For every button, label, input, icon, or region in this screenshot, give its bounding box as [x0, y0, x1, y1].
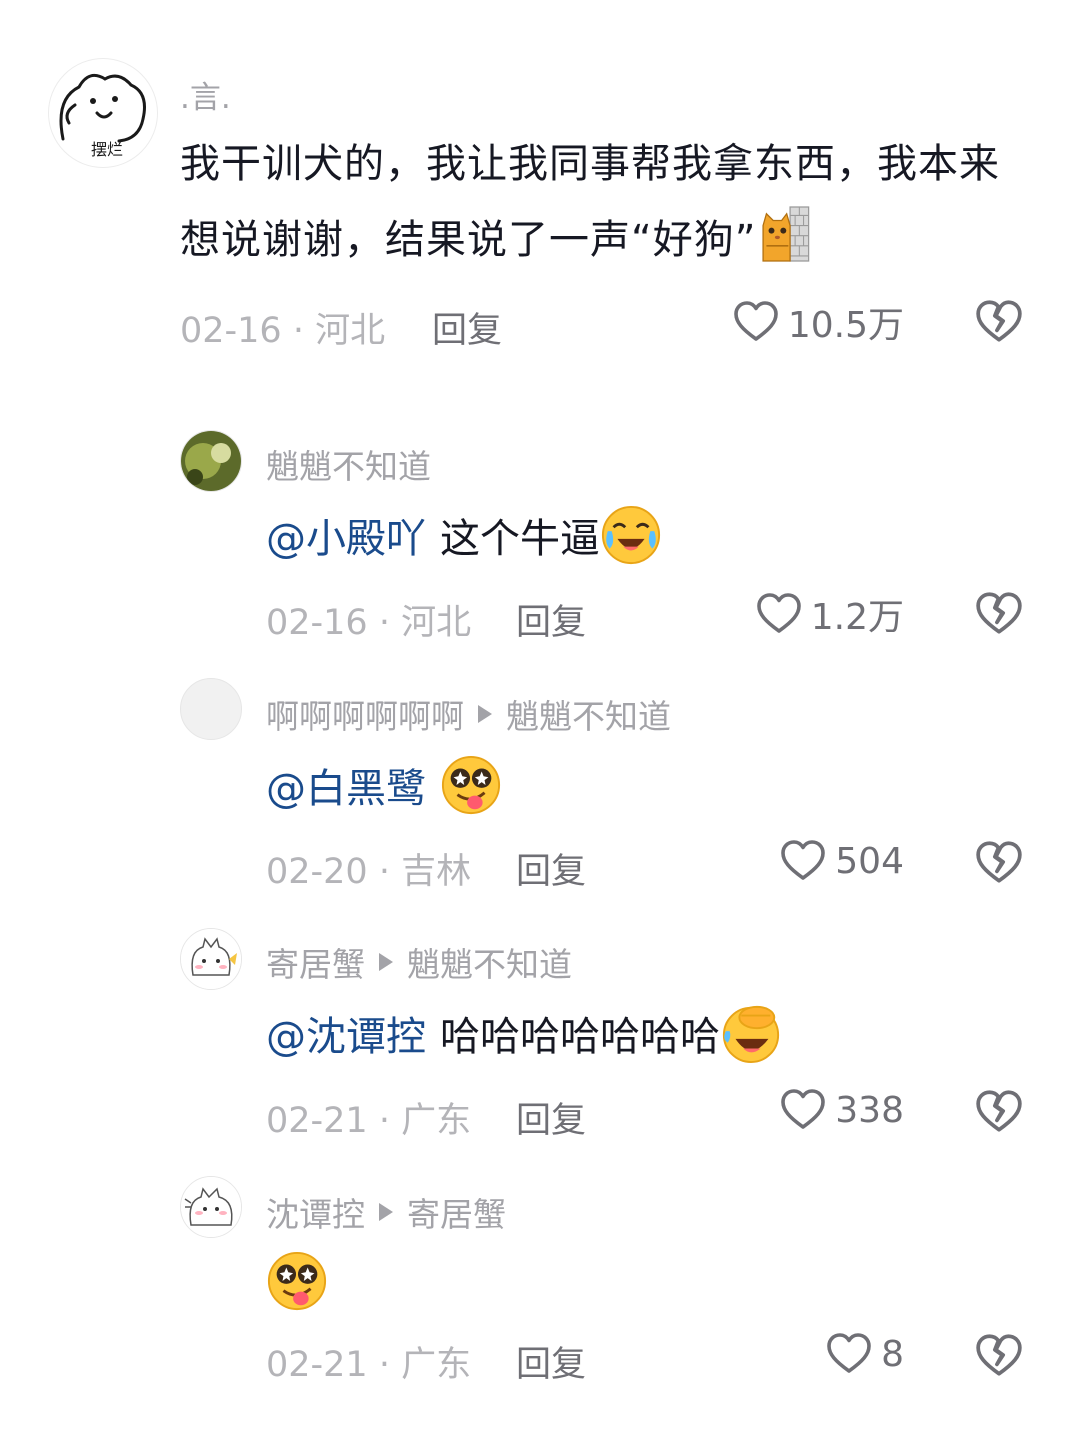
- heart-outline-icon: [732, 298, 780, 346]
- reply-4-like-button[interactable]: 8: [664, 1330, 904, 1378]
- triangle-right-icon: [478, 705, 492, 723]
- avatar-text: 摆烂: [91, 140, 123, 159]
- broken-heart-icon[interactable]: [974, 1330, 1024, 1380]
- heart-outline-icon: [779, 837, 827, 885]
- reply-3-avatar[interactable]: [180, 928, 242, 990]
- reply-1-location: 河北: [401, 603, 472, 643]
- reply-3-reply-to[interactable]: 魈魈不知道: [407, 938, 572, 986]
- reply-2-like-count: 504: [835, 840, 904, 882]
- reply-4-reply-button[interactable]: 回复: [516, 1336, 586, 1387]
- reply-3-mention[interactable]: @沈谭控: [266, 1004, 426, 1062]
- main-comment-location: 河北: [315, 311, 386, 351]
- reply-4-avatar[interactable]: [180, 1176, 242, 1238]
- reply-1-meta: 02-16 · 河北: [266, 603, 472, 643]
- reply-2-text: @白黑鹭: [266, 754, 502, 816]
- broken-heart-icon[interactable]: [974, 837, 1024, 887]
- broken-heart-icon[interactable]: [974, 296, 1024, 346]
- laughing-cover-face-emoji: [720, 1002, 782, 1064]
- reply-1-body: 这个牛逼: [440, 516, 600, 562]
- main-comment-like-button[interactable]: 10.5万: [664, 296, 904, 348]
- main-comment-like-count: 10.5万: [787, 305, 904, 346]
- reply-1-username[interactable]: 魈魈不知道: [266, 440, 431, 488]
- reply-1-like-button[interactable]: 1.2万: [664, 588, 904, 640]
- reply-4-reply-to[interactable]: 寄居蟹: [407, 1188, 506, 1236]
- reply-4-username[interactable]: 沈谭控: [266, 1188, 365, 1236]
- reply-1-text: @小殿吖 这个牛逼: [266, 504, 662, 566]
- reply-3-username-row: 寄居蟹 魈魈不知道: [266, 938, 572, 986]
- main-comment-reply-button[interactable]: 回复: [432, 302, 502, 353]
- reply-1-mention[interactable]: @小殿吖: [266, 506, 426, 564]
- reply-3-meta: 02-21 · 广东: [266, 1101, 472, 1141]
- reply-1-date: 02-16: [266, 603, 368, 643]
- main-comment-username[interactable]: .言.: [180, 72, 231, 117]
- broken-heart-icon[interactable]: [974, 1086, 1024, 1136]
- reply-3-location: 广东: [401, 1101, 472, 1141]
- reply-2-reply-to[interactable]: 魈魈不知道: [506, 690, 671, 738]
- reply-3-body: 哈哈哈哈哈哈哈: [440, 1014, 720, 1060]
- reply-2-reply-button[interactable]: 回复: [516, 843, 586, 894]
- reply-3-text: @沈谭控 哈哈哈哈哈哈哈: [266, 1002, 782, 1064]
- reply-2-avatar[interactable]: [180, 678, 242, 740]
- triangle-right-icon: [379, 953, 393, 971]
- reply-2-mention[interactable]: @白黑鹭: [266, 756, 426, 814]
- heart-outline-icon: [755, 590, 803, 638]
- main-comment-date: 02-16: [180, 311, 282, 351]
- reply-4-date: 02-21: [266, 1345, 368, 1385]
- reply-2-location: 吉林: [401, 852, 472, 892]
- main-comment-text: 我干训犬的，我让我同事帮我拿东西，我本来想说谢谢，结果说了一声“好狗”: [180, 126, 1040, 278]
- reply-4-location: 广东: [401, 1345, 472, 1385]
- reply-2-username[interactable]: 啊啊啊啊啊啊: [266, 690, 464, 738]
- reply-3-reply-button[interactable]: 回复: [516, 1092, 586, 1143]
- silly-tongue-emoji: [266, 1250, 328, 1312]
- main-comment-body: 我干训犬的，我让我同事帮我拿东西，我本来想说谢谢，结果说了一声“好狗”: [180, 141, 1000, 263]
- reply-1-reply-button[interactable]: 回复: [516, 594, 586, 645]
- reply-4-text: [266, 1250, 328, 1312]
- reply-4-meta: 02-21 · 广东: [266, 1345, 472, 1385]
- reply-2-date: 02-20: [266, 852, 368, 892]
- reply-3-date: 02-21: [266, 1101, 368, 1141]
- heart-outline-icon: [779, 1086, 827, 1134]
- reply-1-like-count: 1.2万: [810, 597, 904, 638]
- reply-4-like-count: 8: [881, 1333, 904, 1375]
- main-comment-avatar[interactable]: 摆烂: [48, 58, 158, 168]
- reply-2-meta: 02-20 · 吉林: [266, 852, 472, 892]
- cat-peeking-emoji: [758, 205, 812, 263]
- silly-tongue-emoji: [440, 754, 502, 816]
- main-comment-meta: 02-16 · 河北: [180, 311, 386, 351]
- reply-2-like-button[interactable]: 504: [664, 837, 904, 885]
- reply-3-like-count: 338: [835, 1089, 904, 1131]
- reply-4-username-row: 沈谭控 寄居蟹: [266, 1188, 506, 1236]
- triangle-right-icon: [379, 1203, 393, 1221]
- reply-3-like-button[interactable]: 338: [664, 1086, 904, 1134]
- reply-3-username[interactable]: 寄居蟹: [266, 938, 365, 986]
- broken-heart-icon[interactable]: [974, 588, 1024, 638]
- heart-outline-icon: [825, 1330, 873, 1378]
- crying-laughing-emoji: [600, 504, 662, 566]
- reply-1-avatar[interactable]: [180, 430, 242, 492]
- reply-2-username-row: 啊啊啊啊啊啊 魈魈不知道: [266, 690, 671, 738]
